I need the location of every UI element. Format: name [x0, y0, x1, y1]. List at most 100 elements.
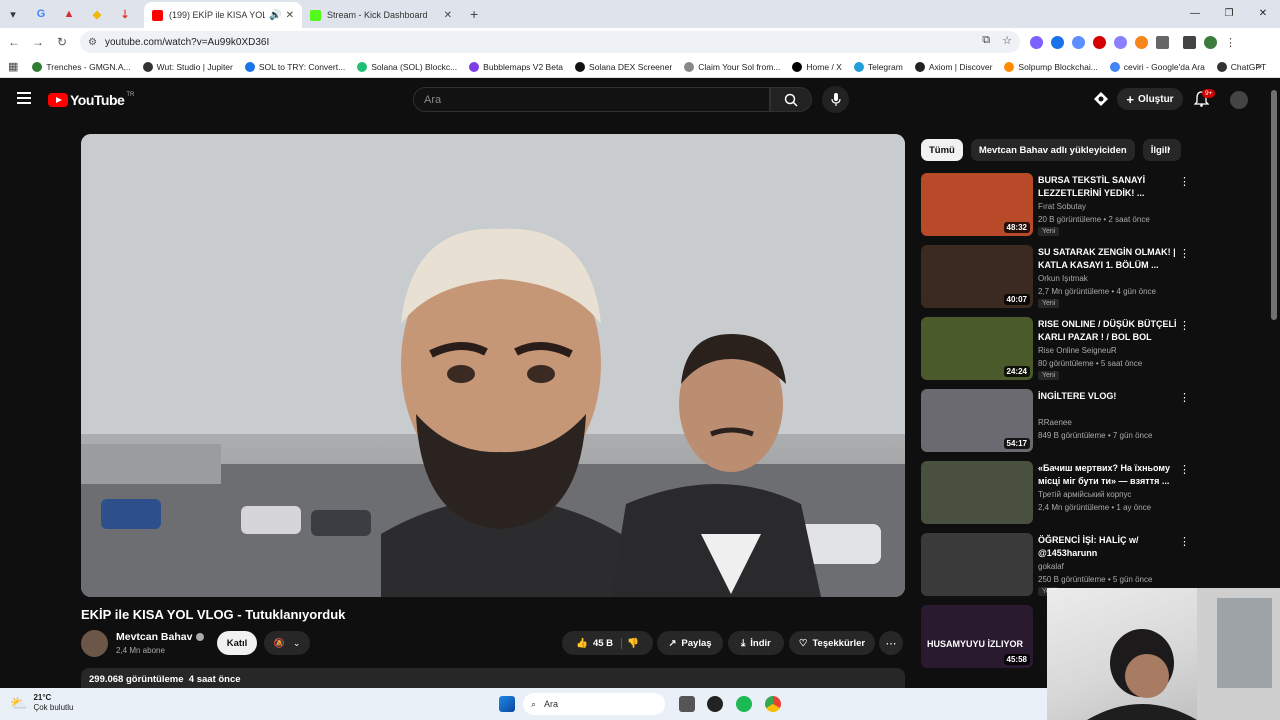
bookmark-item[interactable]: SOL to TRY: Convert...	[244, 61, 345, 72]
more-options-icon[interactable]: ⋮	[1179, 463, 1190, 476]
browser-menu-icon[interactable]: ⋮	[1225, 36, 1236, 49]
pinned-tab-binance[interactable]: ◆	[86, 3, 108, 25]
tab-kick[interactable]: Stream - Kick Dashboard ✕	[302, 2, 460, 28]
bookmark-item[interactable]: Trenches - GMGN.A...	[32, 61, 131, 72]
chips-next-arrow-icon[interactable]: ›	[1167, 143, 1171, 155]
taskbar-search[interactable]: ⌕ Ara	[523, 693, 665, 715]
bookmark-item[interactable]: Telegram	[853, 61, 903, 72]
weather-widget[interactable]: ⛅ 21°C Çok bulutlu	[10, 693, 73, 713]
search-button[interactable]	[770, 87, 812, 112]
new-tab-button[interactable]: +	[470, 6, 478, 22]
profile-avatar-icon[interactable]	[1204, 35, 1217, 49]
recommendation-item[interactable]: «Бачиш мертвих? На їхньому місці міг бут…	[921, 461, 1201, 533]
site-info-icon[interactable]: ⚙	[88, 37, 97, 48]
bookmark-item[interactable]: ceviri - Google'da Ara	[1109, 61, 1205, 72]
bookmark-item[interactable]: Solana DEX Screener	[575, 61, 672, 72]
tab-youtube[interactable]: (199) EKİP ile KISA YOL VLOG 🔊 ✕	[144, 2, 302, 28]
address-bar[interactable]: ⚙ youtube.com/watch?v=Au99k0XD36I ⧉ ☆	[80, 31, 1020, 53]
more-actions-button[interactable]: ⋯	[879, 631, 903, 655]
more-options-icon[interactable]: ⋮	[1179, 247, 1190, 260]
extension-cloud-icon[interactable]	[1114, 35, 1127, 49]
restore-button[interactable]: ❐	[1212, 0, 1246, 28]
like-button[interactable]: 👍 45 B	[576, 637, 623, 649]
recommendation-thumbnail[interactable]: 24:24	[921, 317, 1033, 380]
recommendation-title[interactable]: BURSA TEKSTİL SANAYİ LEZZETLERİNİ YEDİK!…	[1038, 174, 1178, 200]
reload-button[interactable]: ↻	[50, 35, 74, 49]
more-options-icon[interactable]: ⋮	[1179, 535, 1190, 548]
youtube-premium-icon[interactable]	[1093, 91, 1109, 112]
pinned-tab-red[interactable]: ▲	[58, 3, 80, 25]
tab-search-icon[interactable]: ▾	[2, 3, 24, 25]
bookmark-item[interactable]: Bubblemaps V2 Beta	[469, 61, 563, 72]
extension-red-icon[interactable]	[1093, 35, 1106, 49]
recommendation-title[interactable]: ÖĞRENCİ İŞİ: HALİÇ w/ @1453harunn	[1038, 534, 1178, 560]
recommendation-item[interactable]: 48:32 BURSA TEKSTİL SANAYİ LEZZETLERİNİ Y…	[921, 173, 1201, 245]
bookmark-item[interactable]: Axiom | Discover	[914, 61, 992, 72]
pinned-tab-download[interactable]: ⇣	[114, 3, 136, 25]
forward-button[interactable]: →	[26, 35, 50, 49]
youtube-logo[interactable]: YouTube TR	[48, 92, 134, 108]
recommendation-thumbnail[interactable]	[921, 533, 1033, 596]
recommendation-item[interactable]: 54:17 İNGİLTERE VLOG! RRaenee 849 B görüntü…	[921, 389, 1201, 461]
video-player[interactable]	[81, 134, 905, 597]
recommendation-thumbnail[interactable]: 40:07	[921, 245, 1033, 308]
install-app-icon[interactable]: ⧉	[982, 34, 990, 47]
task-view-icon[interactable]	[679, 696, 695, 712]
recommendation-channel[interactable]: gokalaf	[1038, 562, 1064, 571]
channel-name[interactable]: Mevtcan Bahav	[116, 631, 205, 643]
windows-start-icon[interactable]	[499, 696, 515, 712]
extension-blue-icon[interactable]	[1051, 35, 1064, 49]
recommendation-thumbnail[interactable]: HUSAMYUYU İZLIYOR 45:58	[921, 605, 1033, 668]
bookmark-item[interactable]: Solana (SOL) Blockc...	[357, 61, 457, 72]
dislike-button[interactable]: 👎	[627, 638, 639, 649]
close-tab-icon[interactable]: ✕	[444, 10, 452, 21]
voice-search-button[interactable]	[822, 86, 849, 113]
chip-related[interactable]: İlgili	[1142, 139, 1181, 161]
search-input[interactable]	[414, 88, 769, 111]
chrome-icon[interactable]	[765, 696, 781, 712]
more-options-icon[interactable]: ⋮	[1179, 319, 1190, 332]
channel-avatar[interactable]	[81, 630, 108, 657]
chip-all[interactable]: Tümü	[921, 139, 963, 161]
bookmark-item[interactable]: Claim Your Sol from...	[684, 61, 780, 72]
extension-pen-icon[interactable]	[1030, 35, 1043, 49]
recommendation-channel[interactable]: Fırat Sobutay	[1038, 202, 1086, 211]
close-window-button[interactable]: ✕	[1246, 0, 1280, 28]
create-button[interactable]: + Oluştur	[1117, 88, 1183, 110]
download-button[interactable]: ⤓ İndir	[728, 631, 784, 655]
recommendation-channel[interactable]: Rise Online SeigneuR	[1038, 346, 1117, 355]
chip-from-uploader[interactable]: Mevtcan Bahav adlı yükleyiciden	[970, 139, 1135, 161]
speaker-icon[interactable]: 🔊	[269, 10, 281, 21]
close-tab-icon[interactable]: ✕	[286, 10, 294, 21]
recommendation-thumbnail[interactable]: 54:17	[921, 389, 1033, 452]
pinned-tab-google[interactable]: G	[30, 3, 52, 25]
share-button[interactable]: ↗ Paylaş	[657, 631, 723, 655]
recommendation-channel[interactable]: Третій армійський корпус	[1038, 490, 1131, 499]
recommendation-channel[interactable]: RRaenee	[1038, 418, 1072, 427]
spotify-icon[interactable]	[736, 696, 752, 712]
recommendation-channel[interactable]: Orkun Işıtmak	[1038, 274, 1088, 283]
thanks-button[interactable]: ♡ Teşekkürler	[789, 631, 875, 655]
account-avatar[interactable]	[1230, 91, 1248, 109]
bookmark-item[interactable]: Home / X	[792, 61, 842, 72]
bookmark-star-icon[interactable]: ☆	[1002, 34, 1012, 47]
apps-grid-icon[interactable]: ▦	[8, 60, 18, 73]
extensions-puzzle-icon[interactable]	[1156, 35, 1169, 49]
description-box[interactable]: 299.068 görüntüleme 4 saat önce	[81, 668, 905, 690]
extension-fox-icon[interactable]	[1135, 35, 1148, 49]
recommendation-thumbnail[interactable]: 48:32	[921, 173, 1033, 236]
recommendation-title[interactable]: «Бачиш мертвих? На їхньому місці міг бут…	[1038, 462, 1178, 488]
page-scrollbar[interactable]	[1271, 90, 1277, 320]
recommendation-item[interactable]: 24:24 RISE ONLINE / DÜŞÜK BÜTÇELİ KARLI P…	[921, 317, 1201, 389]
recommendation-title[interactable]: İNGİLTERE VLOG!	[1038, 390, 1178, 416]
bookmarks-overflow-icon[interactable]: »	[1256, 61, 1262, 72]
media-controls-icon[interactable]	[1183, 35, 1196, 49]
recommendation-item[interactable]: 40:07 SU SATARAK ZENGİN OLMAK! | KATLA KA…	[921, 245, 1201, 317]
recommendation-title[interactable]: SU SATARAK ZENGİN OLMAK! | KATLA KASAYI …	[1038, 246, 1178, 272]
hamburger-menu-icon[interactable]	[17, 92, 31, 104]
extension-wave-icon[interactable]	[1072, 35, 1085, 49]
subscribed-bell-button[interactable]: 🔕 ⌄	[264, 631, 310, 655]
recommendation-thumbnail[interactable]	[921, 461, 1033, 524]
join-button[interactable]: Katıl	[217, 631, 257, 655]
bookmark-item[interactable]: Solpump Blockchai...	[1004, 61, 1098, 72]
